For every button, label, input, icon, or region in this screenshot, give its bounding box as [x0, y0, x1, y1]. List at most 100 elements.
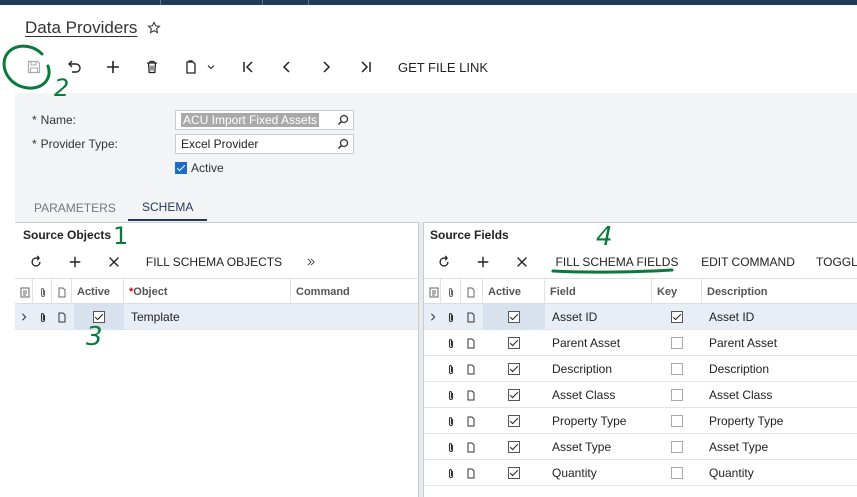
description-cell[interactable]: Asset ID: [704, 304, 857, 330]
add-row-button[interactable]: [64, 249, 86, 275]
key-cell[interactable]: [652, 408, 702, 434]
paperclip-icon[interactable]: [441, 330, 461, 356]
key-checkbox[interactable]: [671, 467, 683, 479]
field-cell[interactable]: Asset ID: [547, 304, 652, 330]
command-column-header[interactable]: Command: [291, 279, 418, 305]
active-cell[interactable]: [483, 304, 545, 330]
file-icon[interactable]: [461, 382, 483, 408]
field-cell[interactable]: Parent Asset: [547, 330, 652, 356]
key-checkbox[interactable]: [671, 441, 683, 453]
active-cell[interactable]: [483, 408, 545, 434]
key-checkbox[interactable]: [671, 337, 683, 349]
add-row-button[interactable]: [472, 249, 494, 275]
toggle-button[interactable]: TOGGL: [816, 249, 857, 275]
tab-parameters[interactable]: PARAMETERS: [34, 195, 116, 221]
paperclip-icon[interactable]: [441, 356, 461, 382]
file-icon[interactable]: [461, 304, 483, 330]
description-cell[interactable]: Parent Asset: [704, 330, 857, 356]
active-cell[interactable]: [483, 460, 545, 486]
delete-row-button[interactable]: [103, 249, 125, 275]
delete-row-button[interactable]: [511, 249, 533, 275]
next-record-button[interactable]: [314, 52, 338, 82]
chevron-right-icon[interactable]: [15, 304, 33, 330]
table-row[interactable]: Asset Type Asset Type: [424, 434, 857, 460]
key-checkbox[interactable]: [671, 311, 683, 323]
file-icon[interactable]: [461, 356, 483, 382]
fill-schema-fields-button[interactable]: FILL SCHEMA FIELDS: [552, 249, 682, 275]
active-cell[interactable]: [483, 434, 545, 460]
edit-command-button[interactable]: EDIT COMMAND: [698, 249, 798, 275]
active-checkbox[interactable]: [508, 467, 520, 479]
file-icon[interactable]: [461, 330, 483, 356]
description-cell[interactable]: Quantity: [704, 460, 857, 486]
table-row[interactable]: Asset Class Asset Class: [424, 382, 857, 408]
active-checkbox[interactable]: [508, 441, 520, 453]
name-selector[interactable]: ACU Import Fixed Assets: [175, 110, 354, 130]
key-checkbox[interactable]: [671, 389, 683, 401]
star-icon[interactable]: [147, 21, 162, 35]
table-row[interactable]: Quantity Quantity: [424, 460, 857, 486]
delete-button[interactable]: [140, 52, 164, 82]
file-icon[interactable]: [461, 408, 483, 434]
key-checkbox[interactable]: [671, 415, 683, 427]
last-record-button[interactable]: [354, 52, 378, 82]
active-checkbox[interactable]: [508, 363, 520, 375]
undo-button[interactable]: [62, 52, 86, 82]
table-row[interactable]: Asset ID Asset ID: [424, 304, 857, 330]
paperclip-icon[interactable]: [441, 408, 461, 434]
key-column-header[interactable]: Key: [652, 279, 702, 305]
field-cell[interactable]: Description: [547, 356, 652, 382]
first-record-button[interactable]: [236, 52, 260, 82]
description-cell[interactable]: Property Type: [704, 408, 857, 434]
refresh-button[interactable]: [433, 249, 455, 275]
refresh-button[interactable]: [25, 249, 47, 275]
prev-record-button[interactable]: [275, 52, 299, 82]
table-row[interactable]: Description Description: [424, 356, 857, 382]
key-cell[interactable]: [652, 356, 702, 382]
save-button[interactable]: [22, 52, 46, 82]
description-column-header[interactable]: Description: [702, 279, 857, 305]
search-icon[interactable]: [337, 138, 349, 150]
active-column-header[interactable]: Active: [483, 279, 545, 305]
field-cell[interactable]: Asset Class: [547, 382, 652, 408]
key-cell[interactable]: [652, 434, 702, 460]
file-icon[interactable]: [461, 460, 483, 486]
active-checkbox[interactable]: [508, 337, 520, 349]
description-cell[interactable]: Asset Class: [704, 382, 857, 408]
field-cell[interactable]: Quantity: [547, 460, 652, 486]
key-cell[interactable]: [652, 382, 702, 408]
key-checkbox[interactable]: [671, 363, 683, 375]
add-button[interactable]: [101, 52, 125, 82]
table-row[interactable]: Template: [15, 304, 418, 330]
description-cell[interactable]: Description: [704, 356, 857, 382]
key-cell[interactable]: [652, 330, 702, 356]
file-icon[interactable]: [52, 304, 72, 330]
paperclip-icon[interactable]: [441, 382, 461, 408]
description-cell[interactable]: Asset Type: [704, 434, 857, 460]
table-row[interactable]: Property Type Property Type: [424, 408, 857, 434]
field-cell[interactable]: Asset Type: [547, 434, 652, 460]
copy-paste-button[interactable]: [178, 52, 222, 82]
provider-type-selector[interactable]: Excel Provider: [175, 134, 354, 154]
key-cell[interactable]: [652, 460, 702, 486]
active-column-header[interactable]: Active: [72, 279, 124, 305]
active-cell[interactable]: [74, 304, 124, 330]
paperclip-icon[interactable]: [441, 434, 461, 460]
active-checkbox[interactable]: [93, 311, 105, 323]
paperclip-icon[interactable]: [33, 304, 52, 330]
field-column-header[interactable]: Field: [545, 279, 652, 305]
more-icon[interactable]: [301, 249, 321, 275]
fill-schema-objects-button[interactable]: FILL SCHEMA OBJECTS: [144, 249, 284, 275]
paperclip-icon[interactable]: [441, 304, 461, 330]
chevron-right-icon[interactable]: [424, 304, 441, 330]
search-icon[interactable]: [337, 114, 349, 126]
object-column-header[interactable]: * Object: [124, 279, 291, 305]
get-file-link-button[interactable]: GET FILE LINK: [396, 52, 490, 82]
paperclip-icon[interactable]: [441, 460, 461, 486]
tab-schema[interactable]: SCHEMA: [128, 195, 208, 221]
active-checkbox[interactable]: [508, 311, 520, 323]
key-cell[interactable]: [652, 304, 702, 330]
table-row[interactable]: Parent Asset Parent Asset: [424, 330, 857, 356]
command-cell[interactable]: [291, 304, 418, 330]
active-cell[interactable]: [483, 382, 545, 408]
